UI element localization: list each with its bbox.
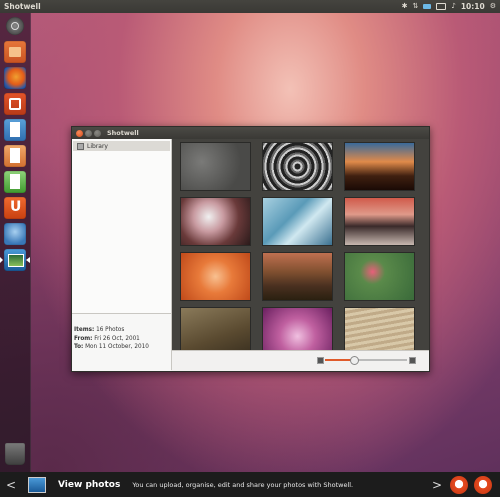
shotwell-icon[interactable] <box>4 249 26 271</box>
running-indicator <box>0 257 3 263</box>
dash-home-icon[interactable] <box>6 17 24 35</box>
to-value: Mon 11 October, 2010 <box>85 344 149 350</box>
library-icon <box>77 142 84 150</box>
software-center-icon[interactable] <box>4 93 26 115</box>
library-stats: Items: 16 Photos From: Fri 26 Oct, 2001 … <box>72 313 171 371</box>
window-title: Shotwell <box>107 129 139 137</box>
ubuntu-one-music-icon[interactable] <box>4 223 26 245</box>
zoom-slider[interactable] <box>325 356 407 365</box>
from-stat: From: Fri 26 Oct, 2001 <box>74 335 171 344</box>
items-value: 16 Photos <box>96 327 125 333</box>
files-icon[interactable] <box>4 41 26 63</box>
banner-description: You can upload, organise, edit and share… <box>132 480 354 489</box>
photo-thumbnail[interactable] <box>344 307 415 356</box>
window-titlebar[interactable]: Shotwell <box>72 127 429 139</box>
libreoffice-impress-icon[interactable] <box>4 145 26 167</box>
minimize-button[interactable] <box>85 129 92 137</box>
clock[interactable]: 10:10 <box>461 0 485 13</box>
libreoffice-writer-icon[interactable] <box>4 119 26 141</box>
zoom-in-icon[interactable] <box>409 357 416 364</box>
launcher <box>0 13 31 472</box>
photo-grid <box>172 139 429 356</box>
zoom-controls <box>172 350 429 371</box>
indicator-tray: ✱ ⇅ ♪ 10:10 ⚙ <box>402 0 500 13</box>
shotwell-window: Shotwell Library Items: 16 Photos From: … <box>71 126 430 372</box>
sidebar: Library Items: 16 Photos From: Fri 26 Oc… <box>72 139 172 371</box>
zoom-slider-handle[interactable] <box>349 356 359 365</box>
libreoffice-calc-icon[interactable] <box>4 171 26 193</box>
sidebar-item-library[interactable]: Library <box>73 141 170 151</box>
trash-icon[interactable] <box>5 443 25 465</box>
photo-thumbnail[interactable] <box>262 307 333 356</box>
photo-thumbnail[interactable] <box>180 307 251 356</box>
photo-thumbnail[interactable] <box>180 142 251 191</box>
app-menu-title[interactable]: Shotwell <box>0 2 41 11</box>
install-button[interactable] <box>474 475 492 494</box>
ubuntu-logo-button[interactable] <box>450 475 468 494</box>
bluetooth-icon[interactable]: ✱ <box>402 0 408 13</box>
tour-banner: < View photos You can upload, organise, … <box>0 472 500 497</box>
shotwell-icon <box>28 476 46 493</box>
next-arrow-icon[interactable]: > <box>430 478 444 492</box>
previous-arrow-icon[interactable]: < <box>4 478 18 492</box>
network-icon[interactable]: ⇅ <box>413 0 419 13</box>
photo-thumbnail[interactable] <box>344 142 415 191</box>
items-stat: Items: 16 Photos <box>74 326 171 335</box>
firefox-icon[interactable] <box>4 67 26 89</box>
session-gear-icon[interactable]: ⚙ <box>490 0 496 13</box>
photo-thumbnail[interactable] <box>180 252 251 301</box>
maximize-button[interactable] <box>94 129 101 137</box>
photo-thumbnail[interactable] <box>344 252 415 301</box>
messaging-icon[interactable] <box>423 4 432 9</box>
photo-thumbnail[interactable] <box>344 197 415 246</box>
items-label: Items: <box>74 327 95 333</box>
to-stat: To: Mon 11 October, 2010 <box>74 343 171 352</box>
close-button[interactable] <box>76 129 83 137</box>
from-value: Fri 26 Oct, 2001 <box>94 335 140 342</box>
banner-title: View photos <box>58 479 121 490</box>
focused-indicator <box>26 257 30 263</box>
to-label: To: <box>74 344 84 350</box>
photo-thumbnail[interactable] <box>262 142 333 191</box>
photo-thumbnail[interactable] <box>262 252 333 301</box>
zoom-out-icon[interactable] <box>317 357 324 364</box>
top-panel: Shotwell ✱ ⇅ ♪ 10:10 ⚙ <box>0 0 500 13</box>
photo-thumbnail[interactable] <box>262 197 333 246</box>
ubuntu-one-icon[interactable] <box>4 197 26 219</box>
from-label: From: <box>74 335 93 342</box>
battery-icon[interactable] <box>436 3 447 10</box>
photo-thumbnail[interactable] <box>180 197 251 246</box>
volume-icon[interactable]: ♪ <box>451 0 455 13</box>
sidebar-item-label: Library <box>87 142 108 150</box>
